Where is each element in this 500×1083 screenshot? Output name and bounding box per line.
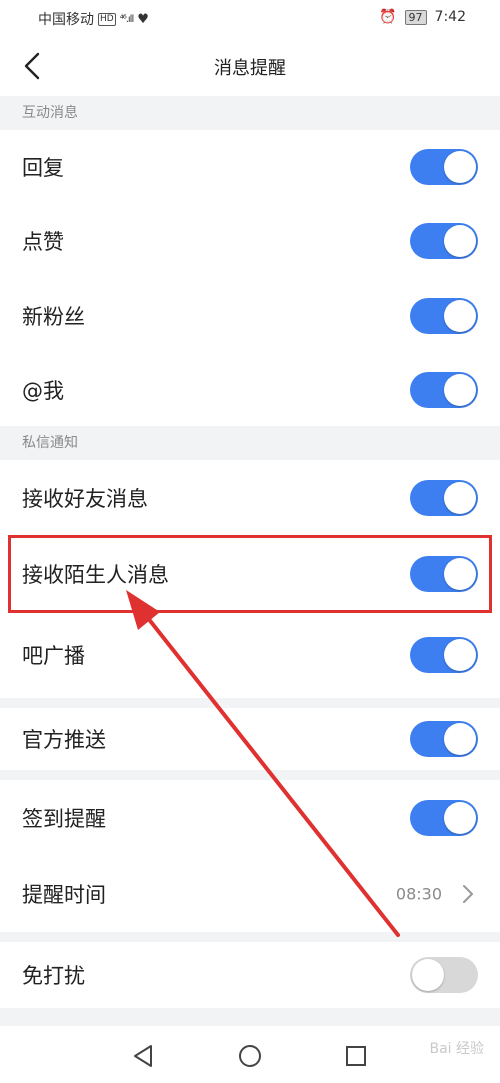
nav-header: 消息提醒 (0, 36, 500, 96)
row-label: 官方推送 (22, 728, 106, 752)
battery-icon: 97 (404, 9, 427, 25)
section-title: 私信通知 (22, 435, 78, 451)
hd-icon: HD (98, 12, 116, 26)
row-label: 提醒时间 (22, 883, 106, 907)
toggle-knob (412, 959, 444, 991)
row-label: 回复 (22, 156, 64, 180)
row-label: @我 (22, 379, 64, 403)
alarm-icon: ⏰ (379, 9, 397, 25)
section-divider (0, 698, 500, 708)
page-title: 消息提醒 (214, 58, 286, 79)
status-bar: 中国移动 HD ⁴⁶.ıll ♥ ⏰ 97 7:42 (0, 0, 500, 36)
new-fans-toggle[interactable] (410, 298, 478, 334)
official-push-toggle[interactable] (410, 721, 478, 757)
toggle-knob (444, 802, 476, 834)
back-triangle-icon[interactable] (131, 1043, 157, 1069)
section-title: 互动消息 (22, 105, 78, 121)
setting-row-reminder-time[interactable]: 提醒时间 08:30 (0, 856, 500, 932)
highlight-box (8, 535, 492, 613)
section-divider (0, 770, 500, 780)
row-label: 吧广播 (22, 644, 85, 668)
section-header-private: 私信通知 (0, 426, 500, 460)
carrier-name: 中国移动 (38, 12, 94, 28)
toggle-knob (444, 151, 476, 183)
toggle-knob (444, 374, 476, 406)
row-label: 签到提醒 (22, 807, 106, 831)
signal-icon: ⁴⁶.ıll (119, 13, 134, 25)
toggle-knob (444, 482, 476, 514)
setting-row-official-push: 官方推送 (0, 708, 500, 770)
row-label: 点赞 (22, 230, 64, 254)
heart-icon: ♥ (137, 11, 149, 27)
friend-messages-toggle[interactable] (410, 480, 478, 516)
mention-toggle[interactable] (410, 372, 478, 408)
setting-row-reply: 回复 (0, 130, 500, 204)
toggle-knob (444, 300, 476, 332)
row-label: 接收好友消息 (22, 487, 148, 511)
do-not-disturb-toggle[interactable] (410, 957, 478, 993)
setting-row-checkin-reminder: 签到提醒 (0, 780, 500, 856)
baidu-watermark: Bai 经验 (429, 1041, 484, 1057)
toggle-knob (444, 225, 476, 257)
setting-row-like: 点赞 (0, 204, 500, 278)
row-label: 新粉丝 (22, 305, 85, 329)
status-right: ⏰ 97 7:42 (379, 9, 466, 25)
checkin-reminder-toggle[interactable] (410, 800, 478, 836)
section-header-interactive: 互动消息 (0, 96, 500, 130)
home-circle-icon[interactable] (237, 1043, 263, 1069)
system-nav-bar: Bai 经验 (0, 1026, 500, 1083)
clock-time: 7:42 (434, 9, 466, 25)
recent-square-icon[interactable] (343, 1043, 369, 1069)
reminder-time-value: 08:30 (395, 884, 442, 904)
setting-row-bar-broadcast: 吧广播 (0, 612, 500, 698)
toggle-knob (444, 639, 476, 671)
row-label: 免打扰 (22, 964, 85, 988)
bar-broadcast-toggle[interactable] (410, 637, 478, 673)
reply-toggle[interactable] (410, 149, 478, 185)
chevron-right-icon (463, 885, 473, 903)
like-toggle[interactable] (410, 223, 478, 259)
setting-row-mention: @我 (0, 354, 500, 426)
status-left: 中国移动 HD ⁴⁶.ıll ♥ (38, 9, 149, 29)
setting-row-new-fans: 新粉丝 (0, 278, 500, 354)
toggle-knob (444, 723, 476, 755)
section-divider (0, 932, 500, 942)
setting-row-friend-messages: 接收好友消息 (0, 460, 500, 536)
setting-row-do-not-disturb: 免打扰 (0, 942, 500, 1008)
